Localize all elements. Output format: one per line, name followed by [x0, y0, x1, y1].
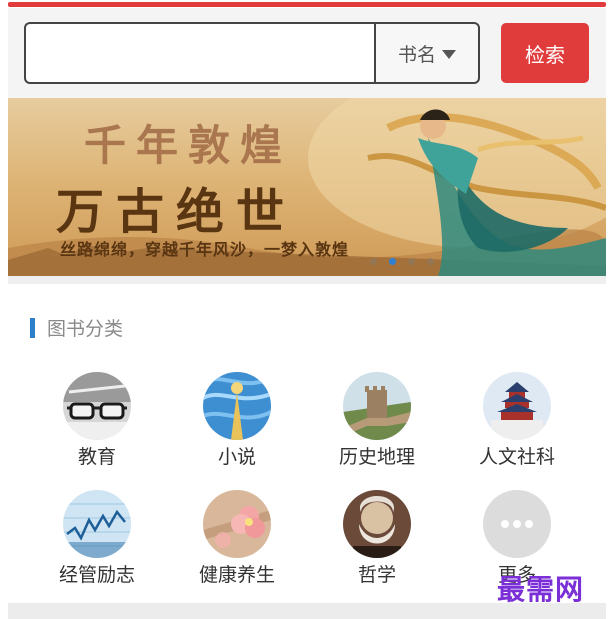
category-health-wellness[interactable]: 健康养生: [172, 490, 302, 600]
banner-subtitle: 丝路绵绵，穿越千年风沙，一梦入敦煌: [60, 240, 350, 259]
banner-dot[interactable]: [408, 258, 415, 265]
search-input[interactable]: [24, 22, 374, 84]
banner-pagination: [370, 258, 434, 265]
category-humanities-social[interactable]: 人文社科: [452, 372, 582, 482]
banner-dot[interactable]: [427, 258, 434, 265]
category-philosophy[interactable]: 哲学: [312, 490, 442, 600]
banner-dot-active[interactable]: [389, 258, 396, 265]
category-label: 人文社科: [478, 446, 555, 468]
category-label: 哲学: [357, 564, 396, 586]
category-business-motivation[interactable]: 经管励志: [32, 490, 162, 600]
hero-banner[interactable]: 千年敦煌 万古绝世 丝路绵绵，穿越千年风沙，一梦入敦煌: [8, 98, 606, 276]
more-dots-icon: [483, 490, 551, 558]
category-education[interactable]: 教育: [32, 372, 162, 482]
flower-icon: [203, 490, 271, 558]
banner-title-line2: 万古绝世: [56, 184, 297, 240]
section-divider: [8, 276, 606, 284]
watermark: 最需网: [497, 573, 585, 606]
category-label: 历史地理: [338, 446, 415, 468]
category-label: 教育: [77, 446, 116, 468]
section-header: 图书分类: [30, 314, 123, 341]
search-button[interactable]: 检索: [501, 23, 589, 83]
search-type-label: 书名: [397, 43, 436, 66]
section-title: 图书分类: [47, 318, 124, 340]
caret-down-icon: [442, 49, 456, 59]
banner-title-line1: 千年敦煌: [84, 121, 293, 170]
banner-dot[interactable]: [370, 258, 377, 265]
philosopher-portrait-icon: [343, 490, 411, 558]
stock-chart-icon: [63, 490, 131, 558]
search-type-dropdown[interactable]: 书名: [374, 22, 480, 84]
top-accent-bar: [8, 2, 606, 7]
temple-of-heaven-icon: [483, 372, 551, 440]
category-label: 健康养生: [198, 564, 275, 586]
glasses-icon: [63, 372, 131, 440]
section-marker: [30, 317, 35, 338]
search-bar: 书名 检索: [8, 8, 606, 98]
category-label: 经管励志: [58, 564, 135, 586]
category-label: 小说: [217, 446, 256, 468]
category-novel[interactable]: 小说: [172, 372, 302, 482]
great-wall-icon: [343, 372, 411, 440]
painted-swirl-icon: [203, 372, 271, 440]
category-history-geography[interactable]: 历史地理: [312, 372, 442, 482]
